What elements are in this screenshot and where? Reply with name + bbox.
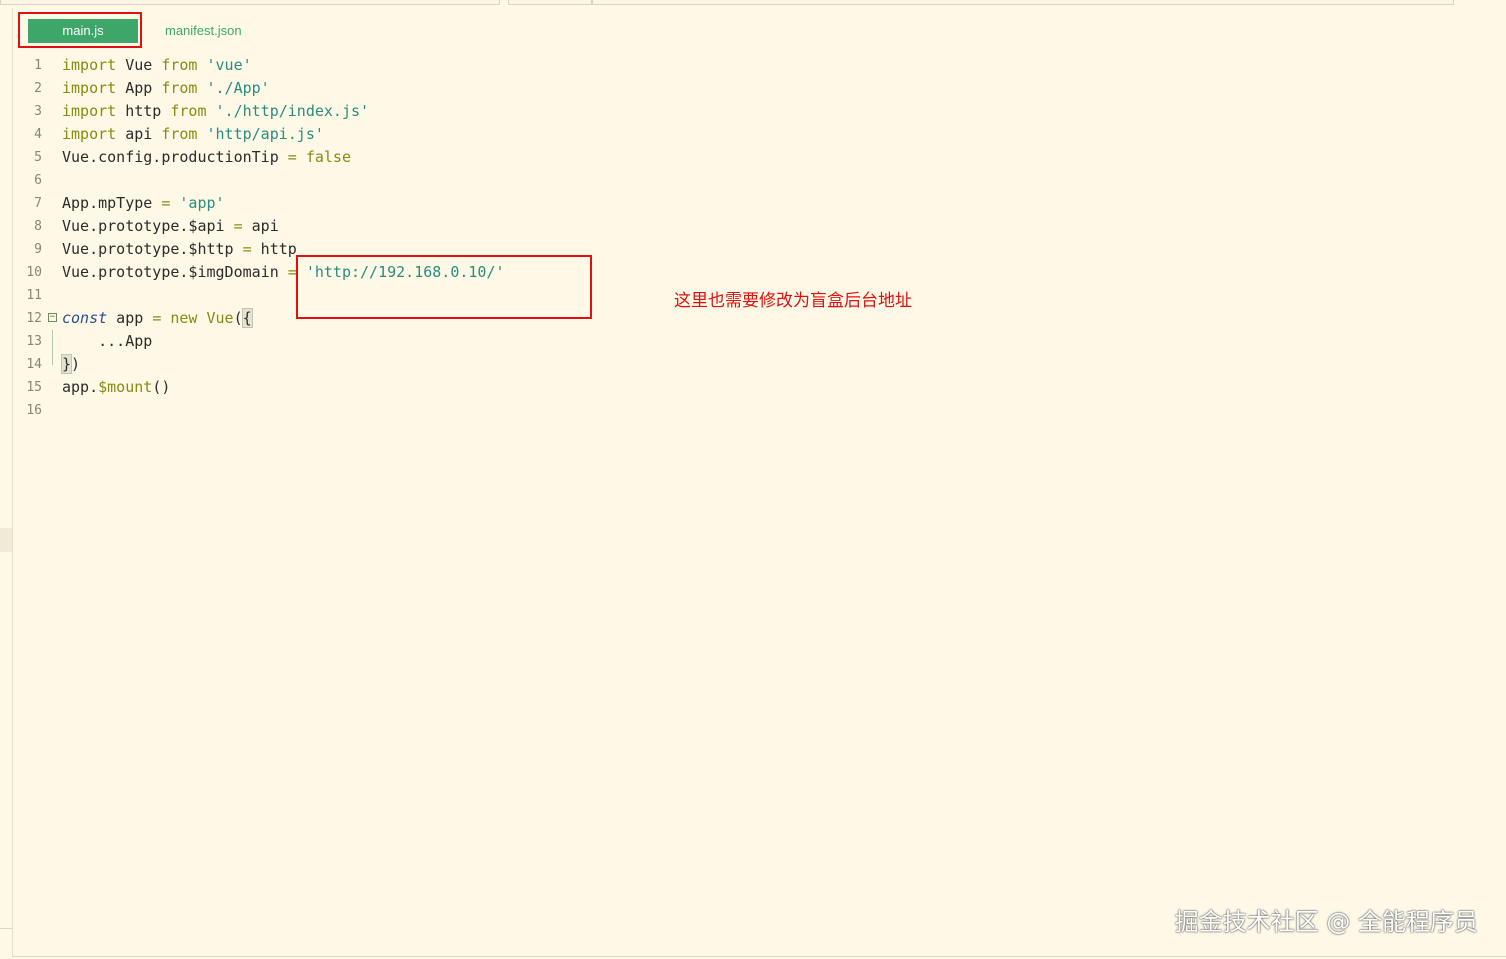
line-number: 15 [26, 380, 42, 395]
code-text: ...App [62, 330, 152, 353]
code-token: app [107, 309, 153, 327]
code-text: import Vue from 'vue' [62, 54, 252, 77]
fold-guide-line [52, 353, 53, 365]
line-number: 6 [34, 173, 42, 188]
line-number: 5 [34, 150, 42, 165]
line-number: 8 [34, 219, 42, 234]
code-token: 'http/api.js' [206, 125, 324, 143]
code-token: import [62, 125, 117, 143]
code-token: from [161, 79, 198, 97]
line-number: 13 [26, 334, 42, 349]
line-number: 11 [26, 288, 42, 303]
code-token: false [305, 148, 351, 166]
code-token: Vue.prototype.$api [62, 217, 234, 235]
code-token: Vue.prototype.$imgDomain [62, 263, 288, 281]
tab-manifest-json[interactable]: manifest.json [165, 19, 242, 43]
fold-guide-line [52, 330, 53, 353]
top-tab-strip [0, 0, 1506, 6]
code-text: app.$mount() [62, 376, 170, 399]
code-token: = [242, 240, 252, 258]
code-token: const [62, 309, 108, 327]
tab-main-js[interactable]: main.js [28, 19, 138, 43]
code-token: Vue.config.productionTip [62, 148, 288, 166]
line-number: 2 [34, 81, 42, 96]
code-text: App.mpType = 'app' [62, 192, 225, 215]
line-number: 7 [34, 196, 42, 211]
code-token: } [60, 354, 73, 374]
code-token: app. [62, 378, 99, 396]
code-text: import http from './http/index.js' [62, 100, 369, 123]
divider [0, 928, 12, 929]
code-token: = [287, 263, 297, 281]
top-strip-segment [592, 0, 1454, 5]
code-token: from [170, 102, 207, 120]
code-token: http [251, 240, 297, 258]
code-text: Vue.config.productionTip = false [62, 146, 351, 169]
code-token: 'vue' [206, 56, 252, 74]
code-token: api [125, 125, 162, 143]
code-token: = [152, 309, 162, 327]
side-panel-handle[interactable] [0, 528, 12, 552]
code-token: App.mpType [62, 194, 162, 212]
annotation-note: 这里也需要修改为盲盒后台地址 [674, 291, 912, 311]
code-text: import App from './App' [62, 77, 270, 100]
code-token: from [161, 56, 198, 74]
line-number: 4 [34, 127, 42, 142]
line-number: 1 [34, 58, 42, 73]
top-strip-segment [0, 0, 500, 5]
top-strip-segment [508, 0, 592, 5]
watermark: 掘金技术社区 @ 全能程序员 [1174, 908, 1478, 936]
code-token: { [241, 308, 253, 328]
line-number: 9 [34, 242, 42, 257]
code-token: ( [233, 309, 243, 327]
code-text: Vue.prototype.$imgDomain = 'http://192.1… [62, 261, 505, 284]
code-token: ) [71, 355, 81, 373]
code-token: App [125, 79, 162, 97]
code-token: Vue [206, 309, 234, 327]
editor-tab-bar: main.js manifest.json [18, 12, 618, 52]
code-text: const app = new Vue({ [62, 307, 253, 330]
code-token: import [62, 56, 117, 74]
code-text: Vue.prototype.$http = http [62, 238, 297, 261]
line-number: 12 [26, 311, 42, 326]
code-token: http [125, 102, 171, 120]
code-token: import [62, 79, 117, 97]
code-token: from [161, 125, 198, 143]
code-token: './App' [206, 79, 270, 97]
code-token: ...App [62, 332, 153, 350]
line-number: 14 [26, 357, 42, 372]
line-number: 16 [26, 403, 42, 418]
code-text: Vue.prototype.$api = api [62, 215, 279, 238]
code-token: = [233, 217, 243, 235]
code-token: () [152, 378, 171, 396]
code-token: api [242, 217, 279, 235]
code-token: import [62, 102, 117, 120]
code-token: = [287, 148, 297, 166]
code-token: Vue [125, 56, 162, 74]
code-token: Vue.prototype.$http [62, 240, 243, 258]
code-token: $mount [98, 378, 153, 396]
code-text: }) [60, 353, 81, 376]
line-number: 10 [26, 265, 42, 280]
code-token: './http/index.js' [215, 102, 370, 120]
fold-toggle-icon[interactable]: − [48, 313, 57, 322]
code-token: new [170, 309, 198, 327]
line-number: 3 [34, 104, 42, 119]
code-text: import api from 'http/api.js' [62, 123, 324, 146]
code-token: 'http://192.168.0.10/' [305, 263, 505, 281]
code-token: 'app' [179, 194, 225, 212]
editor-bottom-border [12, 956, 1506, 957]
editor-left-edge [12, 8, 13, 956]
